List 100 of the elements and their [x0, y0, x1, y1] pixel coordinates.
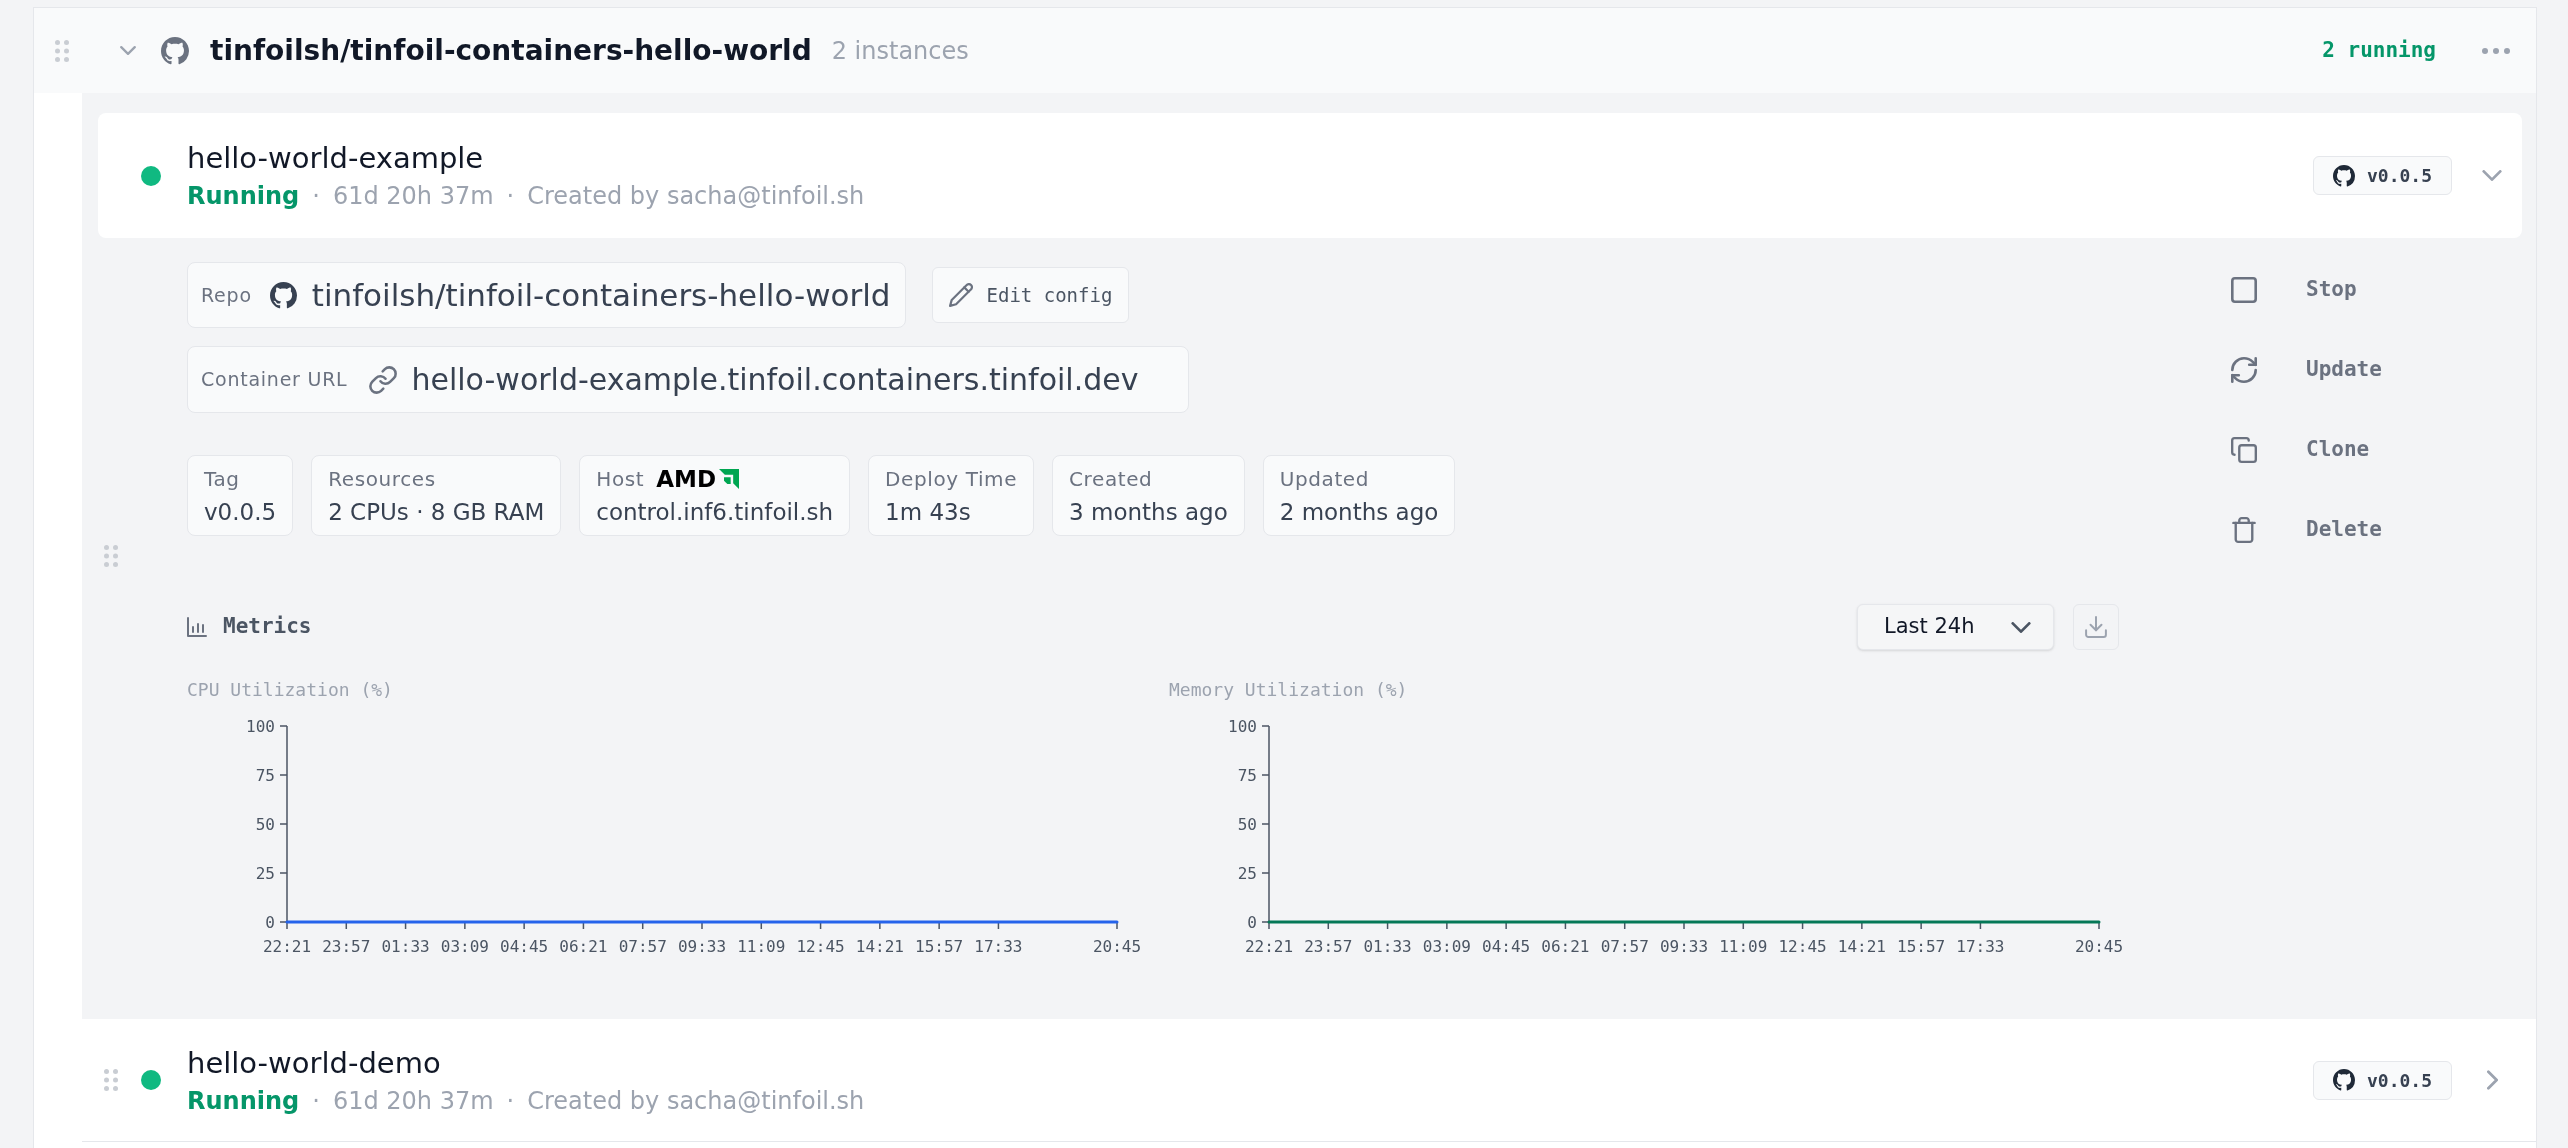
- metrics-title: Metrics: [223, 613, 312, 641]
- info-label: Tag: [204, 465, 240, 492]
- x-tick-label: 20:45: [1092, 937, 1142, 956]
- download-button[interactable]: [2073, 604, 2119, 650]
- x-tick-label: 03:09: [440, 937, 489, 956]
- creator-text: Created by sacha@tinfoil.sh: [527, 1085, 865, 1116]
- delete-button[interactable]: Delete: [2231, 502, 2382, 558]
- y-tick-label: 75: [255, 766, 275, 785]
- chevron-down-icon: [2011, 621, 2031, 633]
- info-value: 2 months ago: [1279, 497, 1439, 526]
- x-tick-label: 04:45: [500, 937, 549, 956]
- edit-config-button[interactable]: Edit config: [931, 267, 1130, 323]
- x-tick-label: 09:33: [677, 937, 727, 956]
- chevron-down-icon[interactable]: [2482, 170, 2502, 181]
- y-tick-label: 25: [1237, 864, 1257, 883]
- stop-square-icon: [2231, 277, 2257, 303]
- x-tick-label: 20:45: [2074, 937, 2124, 956]
- drag-handle-icon[interactable]: [55, 39, 69, 62]
- y-tick-label: 100: [246, 717, 275, 736]
- pencil-icon: [948, 283, 973, 307]
- drag-handle-icon[interactable]: [104, 545, 118, 567]
- x-tick-label: 06:21: [559, 937, 608, 956]
- stop-button[interactable]: Stop: [2231, 262, 2382, 318]
- uptime-text: 61d 20h 37m: [332, 181, 494, 211]
- x-tick-label: 01:33: [381, 937, 430, 956]
- y-tick-label: 0: [265, 913, 275, 932]
- x-tick-label: 11:09: [1719, 937, 1768, 956]
- arrow-logo-icon: [718, 468, 739, 489]
- x-tick-label: 15:57: [1897, 937, 1946, 956]
- x-tick-label: 01:33: [1363, 937, 1412, 956]
- info-value: 2 CPUs · 8 GB RAM: [328, 497, 545, 526]
- x-tick-label: 14:21: [855, 937, 904, 956]
- github-icon: [2333, 164, 2355, 187]
- x-tick-label: 23:57: [322, 937, 371, 956]
- creator-text: Created by sacha@tinfoil.sh: [527, 181, 865, 211]
- github-icon: [161, 36, 189, 65]
- field-label: Repo: [201, 282, 252, 308]
- github-icon: [269, 281, 297, 309]
- time-range-dropdown[interactable]: Last 24h: [1857, 604, 2054, 650]
- y-tick-label: 50: [255, 815, 275, 834]
- y-tick-label: 0: [1247, 913, 1257, 932]
- uptime-text: 61d 20h 37m: [332, 1085, 494, 1116]
- repo-link[interactable]: tinfoilsh/tinfoil-containers-hello-world: [311, 277, 891, 313]
- x-tick-label: 11:09: [737, 937, 786, 956]
- info-value: 3 months ago: [1069, 497, 1228, 526]
- github-icon: [2333, 1069, 2355, 1091]
- instance-name: hello-world-demo: [187, 1044, 442, 1081]
- info-label: Host: [596, 465, 645, 492]
- instance-count: 2 instances: [831, 35, 969, 66]
- ellipsis-icon[interactable]: [2482, 47, 2510, 54]
- x-tick-label: 17:33: [1956, 937, 2005, 956]
- x-tick-label: 12:45: [1778, 937, 1827, 956]
- chevron-right-icon[interactable]: [2486, 1070, 2498, 1090]
- x-tick-label: 15:57: [915, 937, 964, 956]
- chart-title: Memory Utilization (%): [1169, 679, 1409, 701]
- link-icon: [369, 365, 398, 394]
- version-badge[interactable]: v0.0.5: [2313, 1060, 2452, 1100]
- version-badge[interactable]: v0.0.5: [2313, 156, 2452, 195]
- x-tick-label: 06:21: [1541, 937, 1590, 956]
- running-count: 2 running: [2322, 36, 2436, 64]
- chart-title: CPU Utilization (%): [187, 679, 394, 701]
- x-tick-label: 07:57: [618, 937, 667, 956]
- vendor-name: AMD: [656, 465, 716, 492]
- separator-dot: ·: [506, 181, 515, 211]
- x-tick-label: 23:57: [1304, 937, 1353, 956]
- field-label: Container URL: [201, 367, 348, 393]
- status-text: Running: [187, 181, 300, 211]
- x-tick-label: 14:21: [1837, 937, 1886, 956]
- y-tick-label: 25: [255, 864, 275, 883]
- refresh-icon: [2231, 357, 2257, 383]
- drag-handle-icon[interactable]: [104, 1069, 118, 1091]
- x-tick-label: 09:33: [1659, 937, 1709, 956]
- download-icon: [2085, 616, 2107, 638]
- chevron-down-icon[interactable]: [120, 46, 136, 55]
- url-link[interactable]: hello-world-example.tinfoil.containers.tinfoil.dev: [411, 361, 1139, 398]
- info-value: control.inf6.tinfoil.sh: [596, 497, 834, 526]
- update-button[interactable]: Update: [2231, 342, 2382, 398]
- separator-dot: ·: [312, 1085, 320, 1116]
- info-label: Created: [1069, 465, 1153, 492]
- x-tick-label: 07:57: [1600, 937, 1649, 956]
- info-label: Resources: [328, 465, 436, 492]
- copy-icon: [2231, 437, 2257, 463]
- x-tick-label: 04:45: [1482, 937, 1531, 956]
- repo-title: tinfoilsh/tinfoil-containers-hello-world: [210, 32, 812, 69]
- info-label: Deploy Time: [885, 465, 1018, 492]
- instance-name: hello-world-example: [187, 140, 485, 176]
- separator-dot: ·: [506, 1085, 515, 1116]
- x-tick-label: 03:09: [1422, 937, 1471, 956]
- status-text: Running: [187, 1085, 300, 1116]
- x-tick-label: 22:21: [1244, 937, 1294, 956]
- x-tick-label: 12:45: [796, 937, 845, 956]
- trash-icon: [2231, 517, 2257, 543]
- info-value: v0.0.5: [204, 497, 277, 526]
- info-value: 1m 43s: [885, 497, 972, 526]
- info-label: Updated: [1279, 465, 1370, 492]
- y-tick-label: 50: [1237, 815, 1257, 834]
- y-tick-label: 75: [1237, 766, 1257, 785]
- clone-button[interactable]: Clone: [2231, 422, 2382, 478]
- y-tick-label: 100: [1228, 717, 1257, 736]
- x-tick-label: 17:33: [974, 937, 1023, 956]
